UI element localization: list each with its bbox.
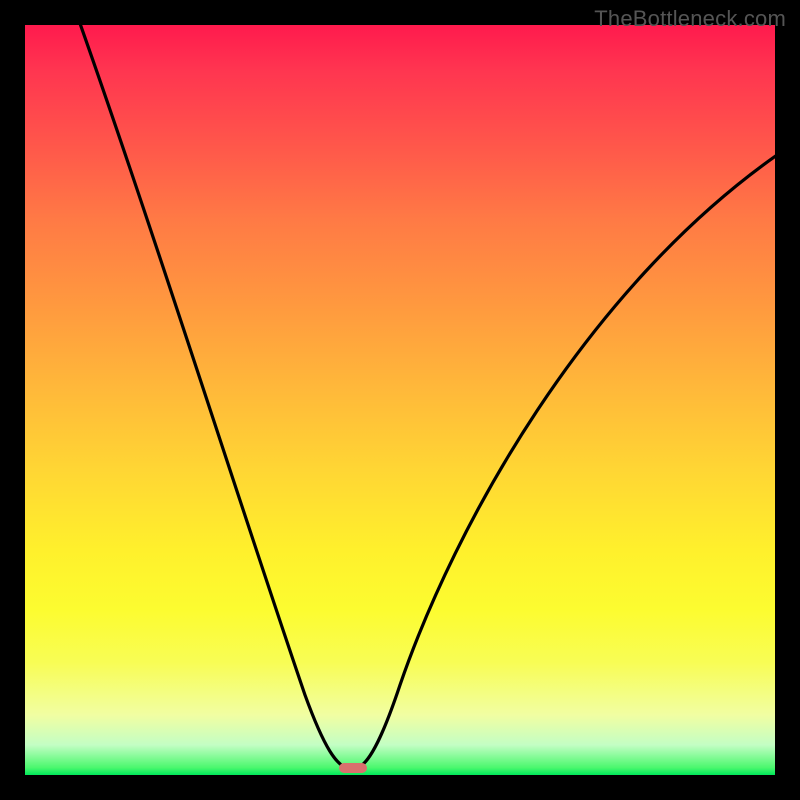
optimal-marker <box>339 763 367 773</box>
plot-area <box>25 25 775 775</box>
bottleneck-curve <box>25 25 775 775</box>
watermark-text: TheBottleneck.com <box>594 6 786 32</box>
chart-container: TheBottleneck.com <box>0 0 800 800</box>
curve-path <box>77 25 775 768</box>
